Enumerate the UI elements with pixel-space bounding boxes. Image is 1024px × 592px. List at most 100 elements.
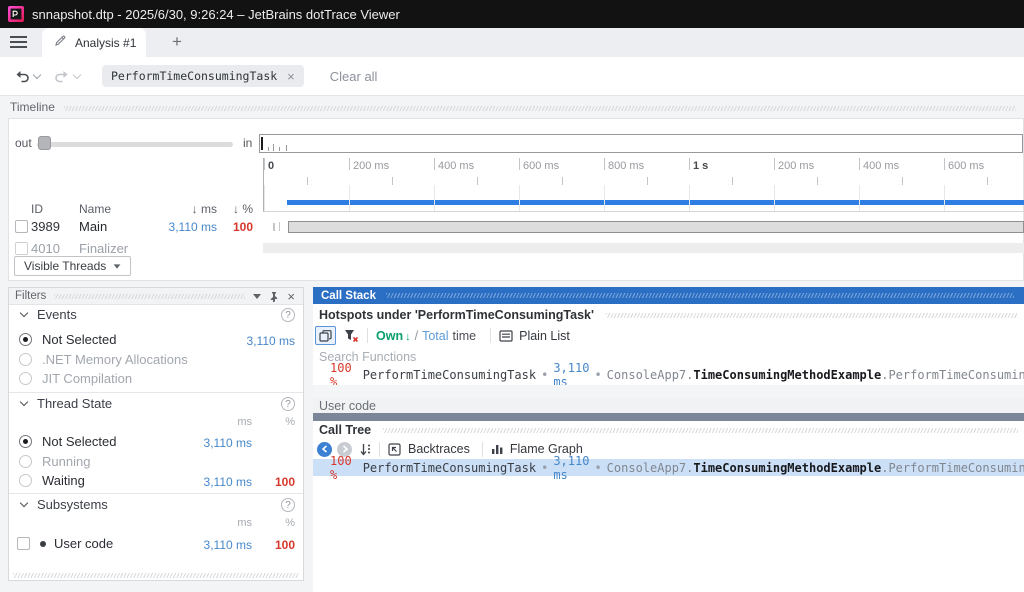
call-tree-title-texture [383,428,1018,433]
call-tree-selected-row[interactable]: 100 % PerformTimeConsumingTask • 3,110 m… [313,459,1024,476]
filter-option-label: Not Selected [42,332,116,347]
timeline-activity-bar[interactable] [287,200,1024,205]
filter-option-net-memory[interactable]: .NET Memory Allocations [9,352,303,367]
total-time-toggle[interactable]: Total [422,329,448,343]
pct-column-label: % [285,416,295,428]
filter-option-jit[interactable]: JIT Compilation [9,371,303,386]
own-time-toggle[interactable]: Own [376,329,411,343]
clear-all-button[interactable]: Clear all [330,69,378,84]
collapse-chevron-icon [20,499,28,507]
thread-lifetime-bar[interactable] [288,221,1024,233]
zoom-out-label: out [15,136,32,150]
backtraces-icon[interactable] [388,443,402,456]
events-section-header[interactable]: Events [9,307,303,322]
row-function-name: PerformTimeConsumingTask [363,461,536,475]
radio-icon[interactable] [19,474,32,487]
tab-label: Analysis #1 [75,36,136,50]
divider [9,493,303,494]
redo-button[interactable] [54,69,70,83]
thread-state-section-header[interactable]: Thread State [9,396,303,411]
filters-panel-header: Filters × [9,288,303,305]
user-code-section-row[interactable]: User code [313,398,1024,413]
filter-chip[interactable]: PerformTimeConsumingTask × [102,65,304,87]
new-tab-button[interactable]: + [166,31,188,53]
collapse-chevron-icon [20,309,28,317]
thread-id: 3989 [31,219,60,234]
help-icon[interactable] [281,498,295,512]
close-icon[interactable]: × [287,289,295,304]
zoom-slider-track[interactable] [37,142,233,147]
subsystems-section-header[interactable]: Subsystems [9,497,303,512]
thread-checkbox[interactable] [15,220,28,233]
bullet-separator: • [594,368,601,382]
hamburger-menu-icon[interactable] [10,36,27,49]
filter-option-running[interactable]: Running [9,454,303,469]
filter-option-ts-not-selected[interactable]: Not Selected [9,434,303,449]
col-name[interactable]: Name [79,202,111,216]
thread-state-section-title: Thread State [37,396,112,411]
undo-button[interactable] [14,69,30,83]
redo-dropdown-icon[interactable] [73,71,81,79]
flame-graph-icon[interactable] [491,443,504,455]
filter-option-label: Waiting [42,473,85,488]
overview-tick [286,145,287,151]
bullet-separator: • [541,461,548,475]
pencil-icon [54,34,67,52]
filter-option-ms: 3,110 ms [204,436,252,450]
radio-selected-icon[interactable] [19,435,32,448]
bullet-separator: • [541,368,548,382]
filter-chip-close-icon[interactable]: × [287,70,295,83]
visible-threads-label: Visible Threads [24,259,106,273]
divider [9,392,303,393]
filter-chip-label: PerformTimeConsumingTask [111,69,277,83]
zoom-slider-handle[interactable] [38,136,51,150]
radio-icon[interactable] [19,455,32,468]
col-id[interactable]: ID [31,202,43,216]
merge-recursive-calls-toggle[interactable] [315,326,336,345]
filter-option-ms: 3,110 ms [204,475,252,489]
visible-threads-dropdown[interactable]: Visible Threads [14,256,131,276]
timeline-panel: out in 0200 ms400 ms600 ms800 ms1 s200 m… [8,118,1024,281]
hotspot-namespace: ConsoleApp7. [607,368,694,382]
filter-option-label: Not Selected [42,434,116,449]
title-bar: snnapshot.dtp - 2025/6/30, 9:26:24 – Jet… [0,0,1024,28]
col-pct[interactable]: ↓ % [221,202,253,216]
plain-list-icon[interactable] [499,330,513,342]
sort-icon[interactable] [360,443,371,456]
row-time-value: 3,110 ms [553,454,589,482]
timeline-section-texture [64,106,1016,111]
hotspots-toolbar: Own / Total time Plain List [315,325,570,346]
timeline-overview-strip[interactable] [259,134,1023,153]
radio-icon[interactable] [19,353,32,366]
subsystem-color-dot [40,541,46,547]
panel-menu-icon[interactable] [253,294,261,299]
help-icon[interactable] [281,397,295,411]
search-functions-input[interactable] [319,348,739,365]
call-stack-header[interactable]: Call Stack [313,287,1024,304]
thread-checkbox[interactable] [15,242,28,255]
remove-filter-icon[interactable] [344,329,359,343]
pin-icon[interactable] [269,291,279,302]
backtraces-label[interactable]: Backtraces [408,442,470,456]
undo-dropdown-icon[interactable] [33,71,41,79]
filter-option-label: User code [54,536,113,551]
filters-footer-texture [13,573,299,578]
thread-lifetime-strip[interactable] [263,243,1024,253]
hotspot-function-row[interactable]: 100 % PerformTimeConsumingTask • 3,110 m… [313,366,1024,383]
section-splitter-bar[interactable] [313,413,1024,421]
col-ms[interactable]: ↓ ms [151,202,217,216]
plain-list-label[interactable]: Plain List [519,329,570,343]
filter-option-waiting[interactable]: Waiting [9,473,303,488]
time-word: time [452,329,476,343]
subsystem-checkbox[interactable] [17,537,30,550]
overview-tick [279,147,280,151]
tab-analysis-1[interactable]: Analysis #1 [42,28,146,57]
filter-option-user-code[interactable]: User code [9,536,303,551]
radio-icon[interactable] [19,372,32,385]
row-method: .PerformTimeConsumingTask(Int32) [881,461,1024,475]
call-stack-header-texture [386,293,1014,298]
radio-selected-icon[interactable] [19,333,32,346]
row-namespace: ConsoleApp7. [607,461,694,475]
dottrace-logo-icon [8,6,24,22]
help-icon[interactable] [281,308,295,322]
